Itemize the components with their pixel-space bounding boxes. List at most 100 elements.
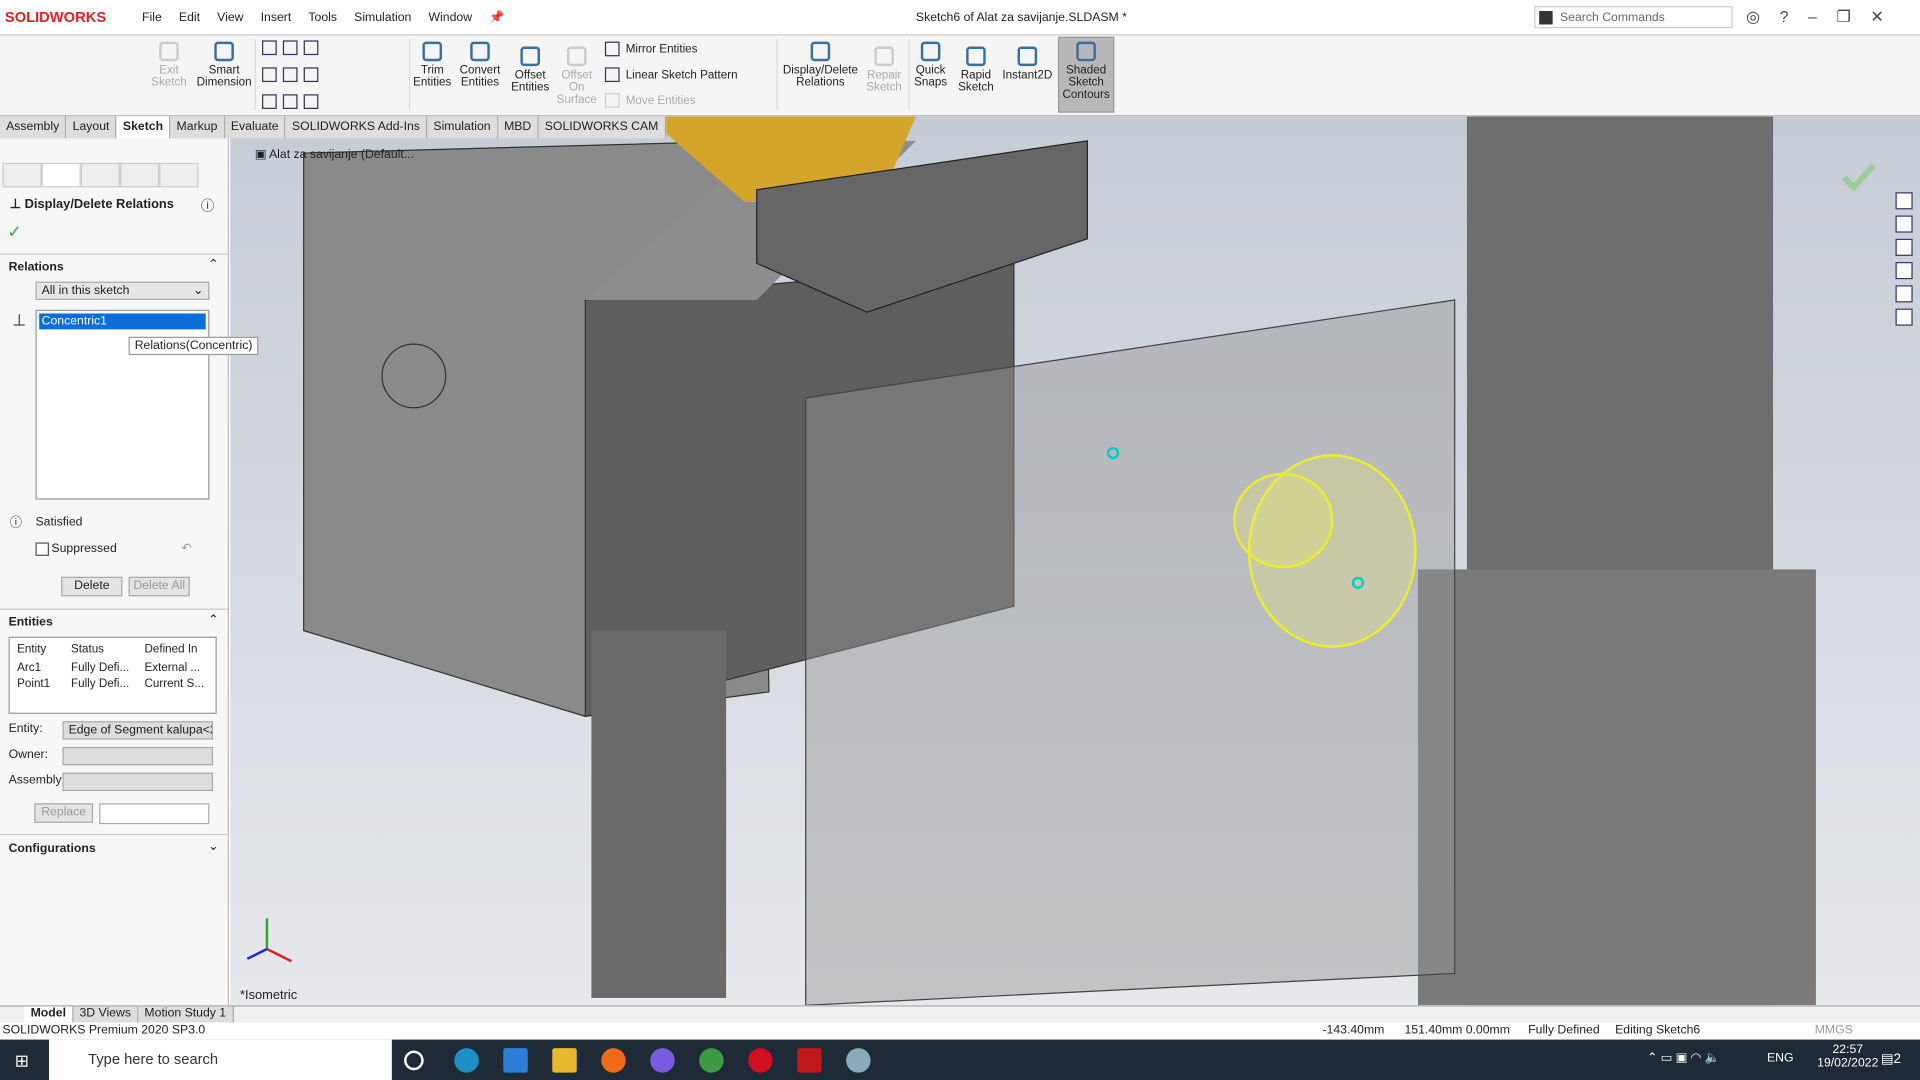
restore-button[interactable]: ❐ — [1837, 7, 1851, 27]
windows-start-icon[interactable]: ⊞ — [15, 1051, 29, 1072]
mail-icon[interactable] — [503, 1048, 528, 1073]
slot-icon — [262, 94, 277, 109]
delete-all-button[interactable]: Delete All — [128, 576, 190, 597]
delete-button[interactable]: Delete — [61, 576, 123, 597]
paint-icon[interactable] — [846, 1048, 871, 1073]
search-commands-input[interactable]: Search Commands — [1534, 6, 1733, 29]
appearance-tab[interactable] — [159, 162, 199, 188]
library-icon[interactable] — [1895, 215, 1913, 233]
move-entities-button[interactable]: Move Entities — [604, 93, 696, 108]
taskbar-search[interactable]: Type here to search — [48, 1039, 392, 1080]
relation-item[interactable]: Concentric1 — [39, 313, 206, 330]
property-manager-tab[interactable] — [41, 162, 81, 188]
system-tray-icons[interactable]: ⌃ ▭ ▣ ◠ 🔈 — [1647, 1052, 1720, 1065]
offset-on-surface-button[interactable]: Offset On Surface — [556, 43, 598, 107]
suppressed-label: Suppressed — [51, 542, 117, 556]
linear-sketch-pattern-button[interactable]: Linear Sketch Pattern — [604, 67, 738, 83]
opera-icon[interactable] — [748, 1048, 773, 1073]
table-row[interactable]: Arc1 Fully Defi... External ... — [10, 656, 216, 674]
trim-entities-button[interactable]: Trim Entities — [411, 38, 453, 89]
menu-insert[interactable]: Insert — [261, 11, 292, 24]
convert-entities-button[interactable]: Convert Entities — [456, 38, 505, 89]
tab-assembly[interactable]: Assembly — [0, 116, 67, 139]
rapid-sketch-button[interactable]: Rapid Sketch — [955, 43, 997, 94]
file-explorer-icon[interactable] — [552, 1048, 577, 1073]
minimize-button[interactable]: – — [1808, 7, 1817, 27]
home-icon[interactable] — [1895, 192, 1913, 210]
tab-simulation[interactable]: Simulation — [427, 116, 498, 139]
user-icon[interactable]: ◎ — [1746, 7, 1760, 27]
clock[interactable]: 22:57 19/02/2022 — [1817, 1043, 1878, 1070]
ok-checkmark-icon[interactable]: ✓ — [7, 222, 21, 243]
smart-dimension-button[interactable]: Smart Dimension — [193, 38, 254, 89]
tab-markup[interactable]: Markup — [170, 116, 225, 139]
replace-button[interactable]: Replace — [34, 803, 94, 823]
language-indicator[interactable]: ENG — [1767, 1052, 1794, 1065]
sketch-tools-row2[interactable] — [262, 67, 319, 83]
tab-model[interactable]: Model — [24, 1006, 74, 1023]
tab-mbd[interactable]: MBD — [497, 116, 539, 139]
close-button[interactable]: ✕ — [1870, 7, 1883, 27]
display-delete-relations-button[interactable]: Display/Delete Relations — [779, 38, 862, 89]
assembly-field[interactable] — [62, 772, 214, 792]
folder-icon[interactable] — [1895, 238, 1913, 256]
view-palette-icon[interactable] — [1895, 262, 1913, 280]
exit-sketch-button[interactable]: Exit Sketch — [149, 38, 188, 89]
tab-layout[interactable]: Layout — [66, 116, 117, 139]
menu-view[interactable]: View — [217, 11, 243, 24]
pin-icon[interactable]: 📌 — [489, 11, 504, 24]
collapse-icon[interactable]: ⌃ — [208, 258, 218, 271]
quick-snaps-button[interactable]: Quick Snaps — [911, 38, 950, 89]
relations-filter-dropdown[interactable]: All in this sketch ⌄ — [35, 281, 210, 301]
solidworks-taskbar-icon[interactable] — [797, 1048, 822, 1073]
notifications-icon[interactable]: ▤2 — [1881, 1051, 1901, 1067]
units-selector[interactable]: MMGS — [1815, 1024, 1853, 1037]
configurations-section-header[interactable]: Configurations — [9, 842, 96, 855]
appearance-icon[interactable] — [1895, 285, 1913, 303]
firefox-icon[interactable] — [601, 1048, 626, 1073]
help-icon[interactable]: ? — [1780, 7, 1789, 27]
viber-icon[interactable] — [650, 1048, 675, 1073]
table-row[interactable]: Point1 Fully Defi... Current S... — [10, 675, 216, 690]
feature-manager-tab[interactable] — [2, 162, 42, 188]
edge-icon[interactable] — [454, 1048, 479, 1073]
sketch-tools-row3[interactable] — [262, 94, 319, 109]
expand-icon[interactable]: ⌄ — [208, 840, 218, 853]
rapid-sketch-icon — [966, 46, 986, 67]
dimxpert-tab[interactable] — [120, 162, 160, 188]
menu-tools[interactable]: Tools — [308, 11, 337, 24]
graphics-area[interactable]: ▣ Alat za savijanje (Default... *Isometr… — [230, 116, 1920, 1006]
tab-cam[interactable]: SOLIDWORKS CAM — [538, 116, 666, 139]
sketch-state: Fully Defined — [1528, 1023, 1600, 1038]
repair-sketch-button[interactable]: Repair Sketch — [862, 43, 906, 94]
feature-tree-root[interactable]: ▣ Alat za savijanje (Default... — [255, 148, 414, 161]
menu-simulation[interactable]: Simulation — [354, 11, 411, 24]
suppressed-checkbox[interactable] — [35, 542, 49, 556]
menu-edit[interactable]: Edit — [179, 11, 200, 24]
shaded-sketch-contours-button[interactable]: Shaded Sketch Contours — [1057, 36, 1115, 113]
mirror-entities-button[interactable]: Mirror Entities — [604, 41, 697, 57]
menu-window[interactable]: Window — [428, 11, 472, 24]
entity-field[interactable]: Edge of Segment kalupa<2 — [62, 721, 214, 740]
cortana-icon[interactable] — [404, 1050, 424, 1071]
owner-field[interactable] — [62, 746, 214, 766]
assembly-icon: ▣ — [254, 148, 270, 162]
tab-evaluate[interactable]: Evaluate — [224, 116, 286, 139]
collapse-icon[interactable]: ⌃ — [208, 613, 218, 626]
tab-addins[interactable]: SOLIDWORKS Add-Ins — [285, 116, 428, 139]
custom-properties-icon[interactable] — [1895, 308, 1913, 326]
configuration-manager-tab[interactable] — [80, 162, 121, 188]
tab-sketch[interactable]: Sketch — [116, 116, 171, 139]
tab-3d-views[interactable]: 3D Views — [73, 1006, 139, 1023]
help-icon[interactable]: ⓘ — [201, 196, 214, 216]
instant2d-button[interactable]: Instant2D — [999, 43, 1055, 82]
sketch-tools-grid[interactable] — [262, 40, 319, 56]
replace-field[interactable] — [99, 803, 210, 825]
offset-entities-button[interactable]: Offset Entities — [507, 43, 554, 94]
menu-file[interactable]: File — [142, 11, 162, 24]
chrome-icon[interactable] — [699, 1048, 724, 1073]
undo-icon[interactable]: ↶ — [181, 542, 191, 555]
tab-motion-study[interactable]: Motion Study 1 — [138, 1006, 234, 1023]
entities-section-header[interactable]: Entities — [9, 616, 53, 629]
relations-section-header[interactable]: Relations — [9, 261, 64, 274]
